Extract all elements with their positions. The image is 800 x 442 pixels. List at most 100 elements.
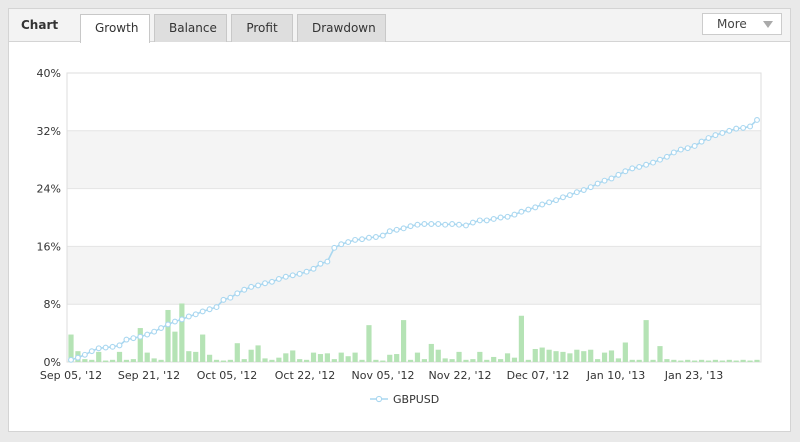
series-point [227,294,234,301]
series-point [151,328,158,335]
series-point [615,171,622,178]
series-point [657,156,663,163]
series-point [262,280,268,287]
series-point [629,165,636,172]
series-point [414,221,421,228]
series-point [275,275,282,282]
growth-bar [179,303,185,362]
chart-label: Chart [21,18,59,32]
growth-bar [428,343,434,362]
growth-bar [213,359,220,362]
growth-bar [359,359,365,362]
growth-bar [241,359,247,362]
chevron-down-icon [763,21,773,28]
growth-bar [719,360,725,362]
tab-drawdown[interactable]: Drawdown [297,14,386,42]
growth-bar [352,352,358,362]
growth-bar [560,351,566,362]
series-point [511,211,518,218]
growth-bar [109,359,116,362]
growth-bar [470,359,476,362]
series-point [580,187,587,193]
growth-bar [546,349,552,362]
growth-bar [442,358,448,362]
series-point [324,258,331,265]
series-point [372,234,379,240]
growth-bar [234,343,240,362]
series-point [421,221,428,227]
series-point [338,241,345,248]
growth-bar [692,360,698,362]
series-point [643,161,650,168]
series-point [81,351,88,358]
series-point [303,268,310,275]
more-dropdown[interactable]: More [702,13,782,35]
growth-bar [622,342,628,362]
growth-bar [290,350,296,362]
tab-bar: Chart Growth Balance Profit Drawdown Mor… [9,9,790,43]
series-point [345,239,352,246]
growth-bar [511,357,518,362]
growth-bar [310,352,317,362]
y-tick-label: 0% [44,356,61,369]
series-point [504,213,511,220]
series-point [213,304,220,311]
x-tick-label: Sep 05, '12 [40,369,102,382]
series-point [476,217,483,224]
series-point [407,223,414,230]
series-point [317,260,324,267]
growth-bar [227,359,233,362]
growth-bar [698,359,705,362]
series-point [754,117,760,123]
series-point [601,177,608,184]
series-point [68,356,74,363]
growth-bar [733,360,739,362]
growth-bar [754,359,760,362]
grid-band [67,246,761,305]
series-point [483,217,490,224]
series-point [497,214,504,221]
series-point [490,215,497,222]
growth-bar [324,353,330,362]
series-point [178,316,185,323]
growth-bar [740,359,746,362]
growth-bar [553,351,559,362]
series-point [296,270,303,277]
series-point [691,143,698,149]
growth-bar [407,359,414,362]
growth-bar [705,360,712,362]
series-point [719,130,726,136]
chart-widget: Chart Growth Balance Profit Drawdown Mor… [8,8,791,432]
growth-bar [144,352,150,362]
growth-bar [678,360,684,362]
series-point [331,244,338,251]
growth-bar [477,351,483,362]
series-point [636,163,643,170]
x-tick-label: Jan 10, '13 [586,369,645,382]
series-point [241,286,248,293]
growth-bar [747,360,753,362]
tab-balance[interactable]: Balance [154,14,227,42]
series-point [449,221,456,227]
growth-bar [338,352,344,362]
growth-bar [262,358,268,362]
growth-bar [366,325,372,362]
series-point [560,194,566,201]
series-point [698,138,705,145]
series-point [289,272,296,279]
tab-growth[interactable]: Growth [80,14,150,43]
growth-bar [588,349,594,362]
growth-bar [269,359,275,362]
series-point [88,348,95,355]
growth-bar [345,356,351,362]
growth-bar [567,353,573,362]
growth-bar [712,359,719,362]
growth-bar [130,359,136,362]
growth-bar [82,359,88,362]
growth-bar [248,349,254,362]
series-point [185,313,192,320]
series-point [248,283,255,290]
series-point [268,278,275,285]
growth-bar [525,359,531,362]
tab-profit[interactable]: Profit [231,14,293,42]
